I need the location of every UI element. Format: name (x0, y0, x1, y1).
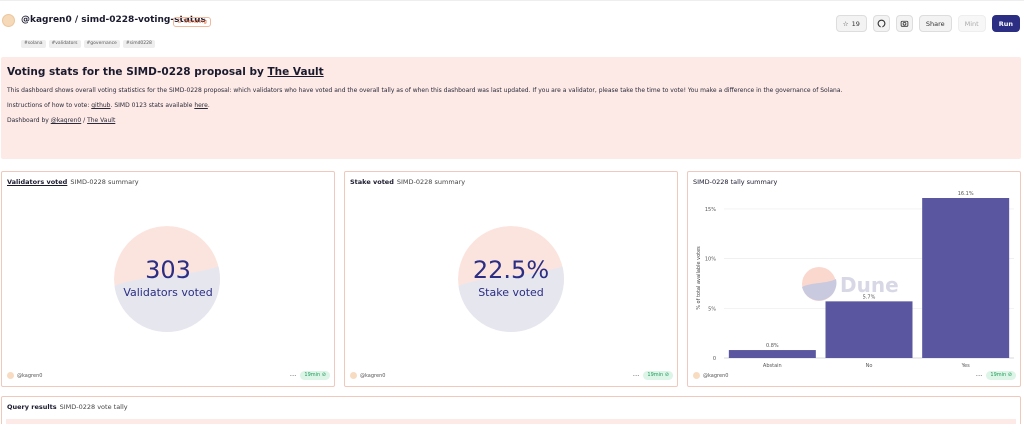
tag[interactable]: #solana (21, 40, 46, 48)
footer-user[interactable]: @kagren0 (350, 372, 385, 379)
github-icon (877, 19, 886, 28)
footer-username: @kagren0 (17, 372, 43, 379)
counter-widget: 303 Validators voted (2, 172, 334, 386)
intro-description: This dashboard shows overall voting stat… (7, 87, 843, 94)
star-icon: ☆ (842, 19, 849, 28)
y-axis-label: % of total available votes (696, 246, 702, 310)
intro-panel: Voting stats for the SIMD-0228 proposal … (1, 57, 1021, 159)
tag[interactable]: #simd0228 (122, 40, 155, 48)
x-tick-label: Abstain (763, 363, 782, 369)
freshness-badge[interactable]: 19min ⊘ (986, 371, 1016, 380)
bar-no (825, 301, 913, 358)
vault-link-2[interactable]: The Vault (87, 117, 115, 124)
github-link[interactable]: github (91, 102, 110, 109)
star-count: 19 (851, 19, 860, 28)
bar-abstain (728, 350, 816, 358)
footer-user[interactable]: @kagren0 (7, 372, 42, 379)
avatar[interactable] (2, 14, 15, 27)
counter-value: 303 (145, 256, 191, 284)
query-results-card: Query results SIMD-0228 vote tally (1, 396, 1021, 424)
trending-icon: ⊙ (177, 19, 182, 25)
camera-icon (900, 20, 909, 27)
freshness-badge[interactable]: 19min ⊘ (643, 371, 673, 380)
y-tick-label: 10% (705, 257, 716, 263)
dashboard-header: @kagren0 / simd-0228-voting-status ⊙ Tre… (0, 0, 1024, 56)
tag-list: #solana #validators #governance #simd022… (21, 40, 155, 48)
user-avatar (693, 372, 700, 379)
bar-value-label: 16.1% (958, 191, 974, 197)
instructions-text-2: . SIMD 0123 stats available (110, 102, 195, 109)
mint-button[interactable]: Mint (957, 15, 986, 32)
footer-actions: ··· 19min ⊘ (633, 371, 673, 380)
dune-watermark-icon: Dune (802, 267, 899, 301)
toolbar: ☆ 19 Share Mint Run (835, 15, 1020, 32)
intro-credits: Dashboard by @kagren0 / The Vault (7, 117, 1015, 124)
user-avatar (7, 372, 14, 379)
check-icon: ⊘ (321, 372, 326, 378)
screenshot-button[interactable] (895, 15, 913, 32)
freshness-badge[interactable]: 19min ⊘ (300, 371, 330, 380)
footer-username: @kagren0 (360, 372, 386, 379)
x-tick-label: Yes (961, 363, 970, 369)
check-icon: ⊘ (664, 372, 669, 378)
query-results-title[interactable]: Query results (7, 403, 57, 411)
counter-widget: 22.5% Stake voted (345, 172, 677, 386)
footer-actions: ··· 19min ⊘ (290, 371, 330, 380)
intro-title: Voting stats for the SIMD-0228 proposal … (7, 66, 1015, 78)
check-icon: ⊘ (1007, 372, 1012, 378)
card-footer: @kagren0 ··· 19min ⊘ (350, 371, 673, 381)
here-link[interactable]: here (194, 102, 208, 109)
y-tick-label: 0 (713, 356, 716, 362)
intro-title-text: Voting stats for the SIMD-0228 proposal … (7, 66, 268, 78)
instructions-text: Instructions of how to vote: (7, 102, 92, 109)
footer-actions: ··· 19min ⊘ (976, 371, 1016, 380)
run-button[interactable]: Run (991, 15, 1020, 32)
query-results-subtitle: SIMD-0228 vote tally (59, 403, 128, 411)
more-options-icon[interactable]: ··· (290, 372, 297, 380)
more-options-icon[interactable]: ··· (633, 372, 640, 380)
share-button[interactable]: Share (918, 15, 952, 32)
star-button[interactable]: ☆ 19 (835, 15, 867, 32)
user-avatar (350, 372, 357, 379)
vault-link[interactable]: The Vault (268, 66, 324, 78)
stake-voted-card: Stake voted SIMD-0228 summary 22.5% Stake… (344, 171, 678, 387)
footer-username: @kagren0 (703, 372, 729, 379)
card-footer: @kagren0 ··· 19min ⊘ (7, 371, 330, 381)
tally-bar-chart: 0 5% 10% 15% % of total available votes Dune 0… (696, 191, 1014, 369)
author-link[interactable]: @kagren0 (51, 117, 82, 124)
freshness-text: 19min (647, 372, 664, 378)
bar-value-label: 0.8% (766, 343, 779, 349)
tag[interactable]: #governance (83, 40, 120, 48)
counter-label: Stake voted (478, 286, 544, 299)
bar-value-label: 5.7% (863, 294, 876, 300)
x-tick-label: No (866, 363, 873, 369)
freshness-text: 19min (990, 372, 1007, 378)
intro-instructions: Instructions of how to vote: github. SIM… (7, 102, 1015, 109)
counter-value: 22.5% (472, 256, 550, 284)
table-header-row (6, 419, 1016, 424)
footer-user[interactable]: @kagren0 (693, 372, 728, 379)
validators-voted-card: Validators voted SIMD-0228 summary 303 Va… (1, 171, 335, 387)
credits-text: Dashboard by (7, 117, 51, 124)
card-footer: @kagren0 ··· 19min ⊘ (693, 371, 1016, 381)
counter-label: Validators voted (123, 286, 213, 299)
y-tick-label: 5% (708, 306, 716, 312)
freshness-text: 19min (304, 372, 321, 378)
query-results-header: Query results SIMD-0228 vote tally (7, 403, 128, 411)
instructions-suffix: . (207, 102, 210, 109)
tally-chart-card: SIMD-0228 tally summary 0 5% 10% 15%% of to… (687, 171, 1021, 387)
y-tick-label: 15% (705, 207, 716, 213)
github-button[interactable] (872, 15, 890, 32)
trending-badge: ⊙ Trending (173, 17, 211, 27)
bar-yes (922, 198, 1010, 358)
more-options-icon[interactable]: ··· (976, 372, 983, 380)
tag[interactable]: #validators (48, 40, 81, 48)
trending-label: Trending (183, 19, 207, 25)
